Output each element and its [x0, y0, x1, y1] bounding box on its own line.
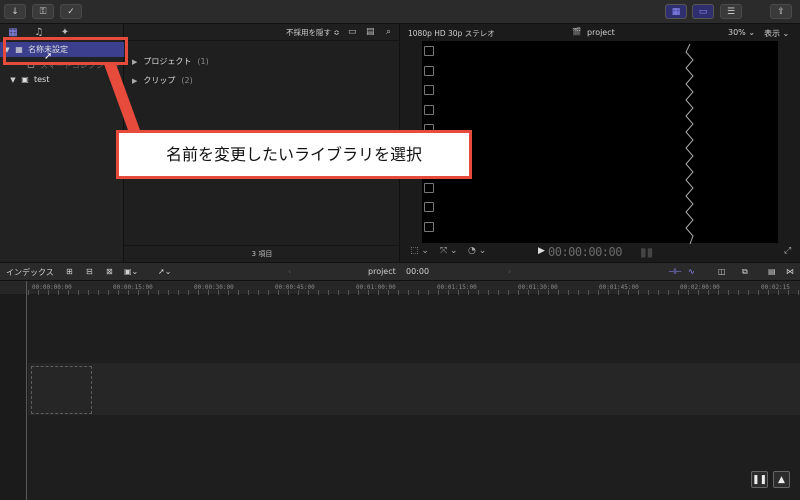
ruler-label: 00:01:15:00 — [437, 284, 477, 291]
keyword-button[interactable]: ⚿ — [32, 4, 54, 19]
timeline-gutter — [0, 295, 28, 500]
clapper-icon: 🎬 — [572, 27, 582, 36]
background-tasks-button[interactable]: ✓ — [60, 4, 82, 19]
view-dropdown[interactable]: 表示 ⌄ — [764, 28, 789, 39]
snapping-icon[interactable]: ⧉ — [742, 267, 748, 277]
annotation-callout: 名前を変更したいライブラリを選択 — [116, 130, 472, 179]
audio-meter-icon: ▮▮ — [640, 245, 654, 259]
speed-dropdown[interactable]: ◔ ⌄ — [468, 246, 486, 256]
timeline-header: インデックス ⊞ ⊟ ⊠ ▣⌄ ➚⌄ ‹ project 00:00 › ⊣⊢ … — [0, 262, 800, 281]
clip-appearance-icon[interactable]: ▭ — [348, 27, 357, 37]
back-arrow-icon[interactable]: ‹ — [288, 267, 291, 276]
timeline-area[interactable] — [0, 295, 800, 500]
play-icon[interactable]: ▶ — [538, 246, 545, 256]
search-icon[interactable]: ⌕ — [386, 27, 391, 37]
trim-tool-dropdown[interactable]: ⤧ ⌄ — [440, 246, 458, 256]
item-count: 3 項目 — [124, 245, 400, 262]
group-count: (1) — [197, 57, 209, 66]
overwrite-dropdown[interactable]: ▣⌄ — [124, 267, 138, 276]
timeline-position: 00:00 — [406, 267, 430, 276]
effects-icon[interactable]: ⋈ — [786, 267, 794, 276]
ruler-label: 00:00:00:00 — [32, 284, 72, 291]
viewer-timecode: 00:00:00:00 — [548, 245, 622, 259]
timeline-toggle-button[interactable]: ▭ — [692, 4, 714, 19]
pause-button[interactable]: ❚❚ — [751, 471, 768, 488]
ruler-label: 00:01:30:00 — [518, 284, 558, 291]
viewer-header: 1080p HD 30p ステレオ 🎬 project 30% ⌄ 表示 ⌄ — [400, 24, 800, 41]
transform-dropdown[interactable]: ⬚ ⌄ — [410, 246, 429, 256]
disclosure-triangle-icon[interactable]: ▶ — [132, 77, 137, 85]
library-item-test[interactable]: ▼ ▣ test — [0, 72, 124, 87]
checkmark-circle-icon: ✓ — [67, 6, 75, 17]
disclosure-triangle-icon[interactable]: ▼ — [8, 76, 18, 84]
sliders-icon: ☰ — [726, 6, 736, 17]
highlight-box — [3, 37, 128, 65]
fullscreen-icon[interactable]: ⤢ — [784, 246, 791, 256]
disclosure-triangle-icon[interactable]: ▶ — [132, 58, 137, 66]
viewer-footer: ⬚ ⌄ ⤧ ⌄ ◔ ⌄ ▶ 00:00:00:00 ▮▮ ⤢ — [400, 243, 800, 262]
ruler-label: 00:02:15 — [761, 284, 790, 291]
ruler-label: 00:01:45:00 — [599, 284, 639, 291]
zigzag-edge — [685, 44, 694, 244]
mouse-cursor-icon: ➚ — [44, 51, 53, 62]
group-label: プロジェクト — [143, 57, 192, 66]
user-button[interactable]: ▲ — [773, 471, 790, 488]
playhead[interactable] — [26, 281, 27, 500]
ruler-label: 00:01:00:00 — [356, 284, 396, 291]
index-button[interactable]: インデックス — [6, 267, 54, 278]
solo-icon[interactable]: ◫ — [718, 267, 726, 276]
group-clips[interactable]: ▶ クリップ (2) — [132, 75, 193, 86]
insert-clip-icon[interactable]: ⊟ — [86, 267, 93, 276]
key-icon: ⚿ — [39, 6, 47, 17]
import-button[interactable]: ↓ — [4, 4, 26, 19]
group-count: (2) — [181, 76, 193, 85]
format-label: 1080p HD 30p ステレオ — [408, 29, 495, 38]
view-label: 表示 — [764, 29, 780, 38]
ruler-label: 00:00:15:00 — [113, 284, 153, 291]
grid-icon: ▦ — [671, 6, 681, 17]
audio-skimming-icon[interactable]: ∿ — [688, 267, 695, 276]
ruler-label: 00:00:45:00 — [275, 284, 315, 291]
connect-clip-icon[interactable]: ⊞ — [66, 267, 73, 276]
append-clip-icon[interactable]: ⊠ — [106, 267, 113, 276]
zoom-value: 30% — [728, 28, 746, 37]
top-toolbar: ↓ ⚿ ✓ ▦ ▭ ☰ ⇪ — [0, 0, 800, 24]
select-tool-dropdown[interactable]: ➚⌄ — [158, 267, 171, 276]
group-projects[interactable]: ▶ プロジェクト (1) — [132, 56, 209, 67]
share-icon: ⇪ — [777, 6, 785, 17]
timeline-icon: ▭ — [698, 6, 708, 17]
timeline-ruler[interactable]: 00:00:00:00 00:00:15:00 00:00:30:00 00:0… — [0, 281, 800, 295]
down-arrow-icon: ↓ — [11, 6, 19, 17]
viewer-project-title: project — [587, 28, 615, 37]
ruler-label: 00:02:00:00 — [680, 284, 720, 291]
browser-header: 不採用を隠す ≎ ▭ ▤ ⌕ — [124, 24, 400, 41]
pause-icon: ❚❚ — [751, 474, 768, 485]
event-icon: ▣ — [21, 75, 29, 84]
viewer-canvas[interactable] — [422, 41, 778, 243]
forward-arrow-icon[interactable]: › — [508, 267, 511, 276]
browser-toggle-button[interactable]: ▦ — [665, 4, 687, 19]
timeline-project-name: project — [368, 267, 396, 276]
ruler-label: 00:00:30:00 — [194, 284, 234, 291]
inspector-toggle-button[interactable]: ☰ — [720, 4, 742, 19]
event-label: test — [34, 75, 50, 84]
share-button[interactable]: ⇪ — [770, 4, 792, 19]
primary-storyline[interactable] — [28, 363, 800, 415]
empty-clip-placeholder[interactable] — [31, 366, 92, 414]
person-icon: ▲ — [778, 474, 785, 485]
zoom-dropdown[interactable]: 30% ⌄ — [728, 28, 755, 37]
clip-filter-dropdown[interactable]: 不採用を隠す ≎ — [286, 27, 340, 38]
group-label: クリップ — [143, 76, 176, 85]
clip-appearance-icon[interactable]: ▤ — [768, 267, 776, 276]
skimming-icon[interactable]: ⊣⊢ — [668, 267, 682, 276]
filmstrip-icon[interactable]: ▤ — [366, 27, 375, 37]
